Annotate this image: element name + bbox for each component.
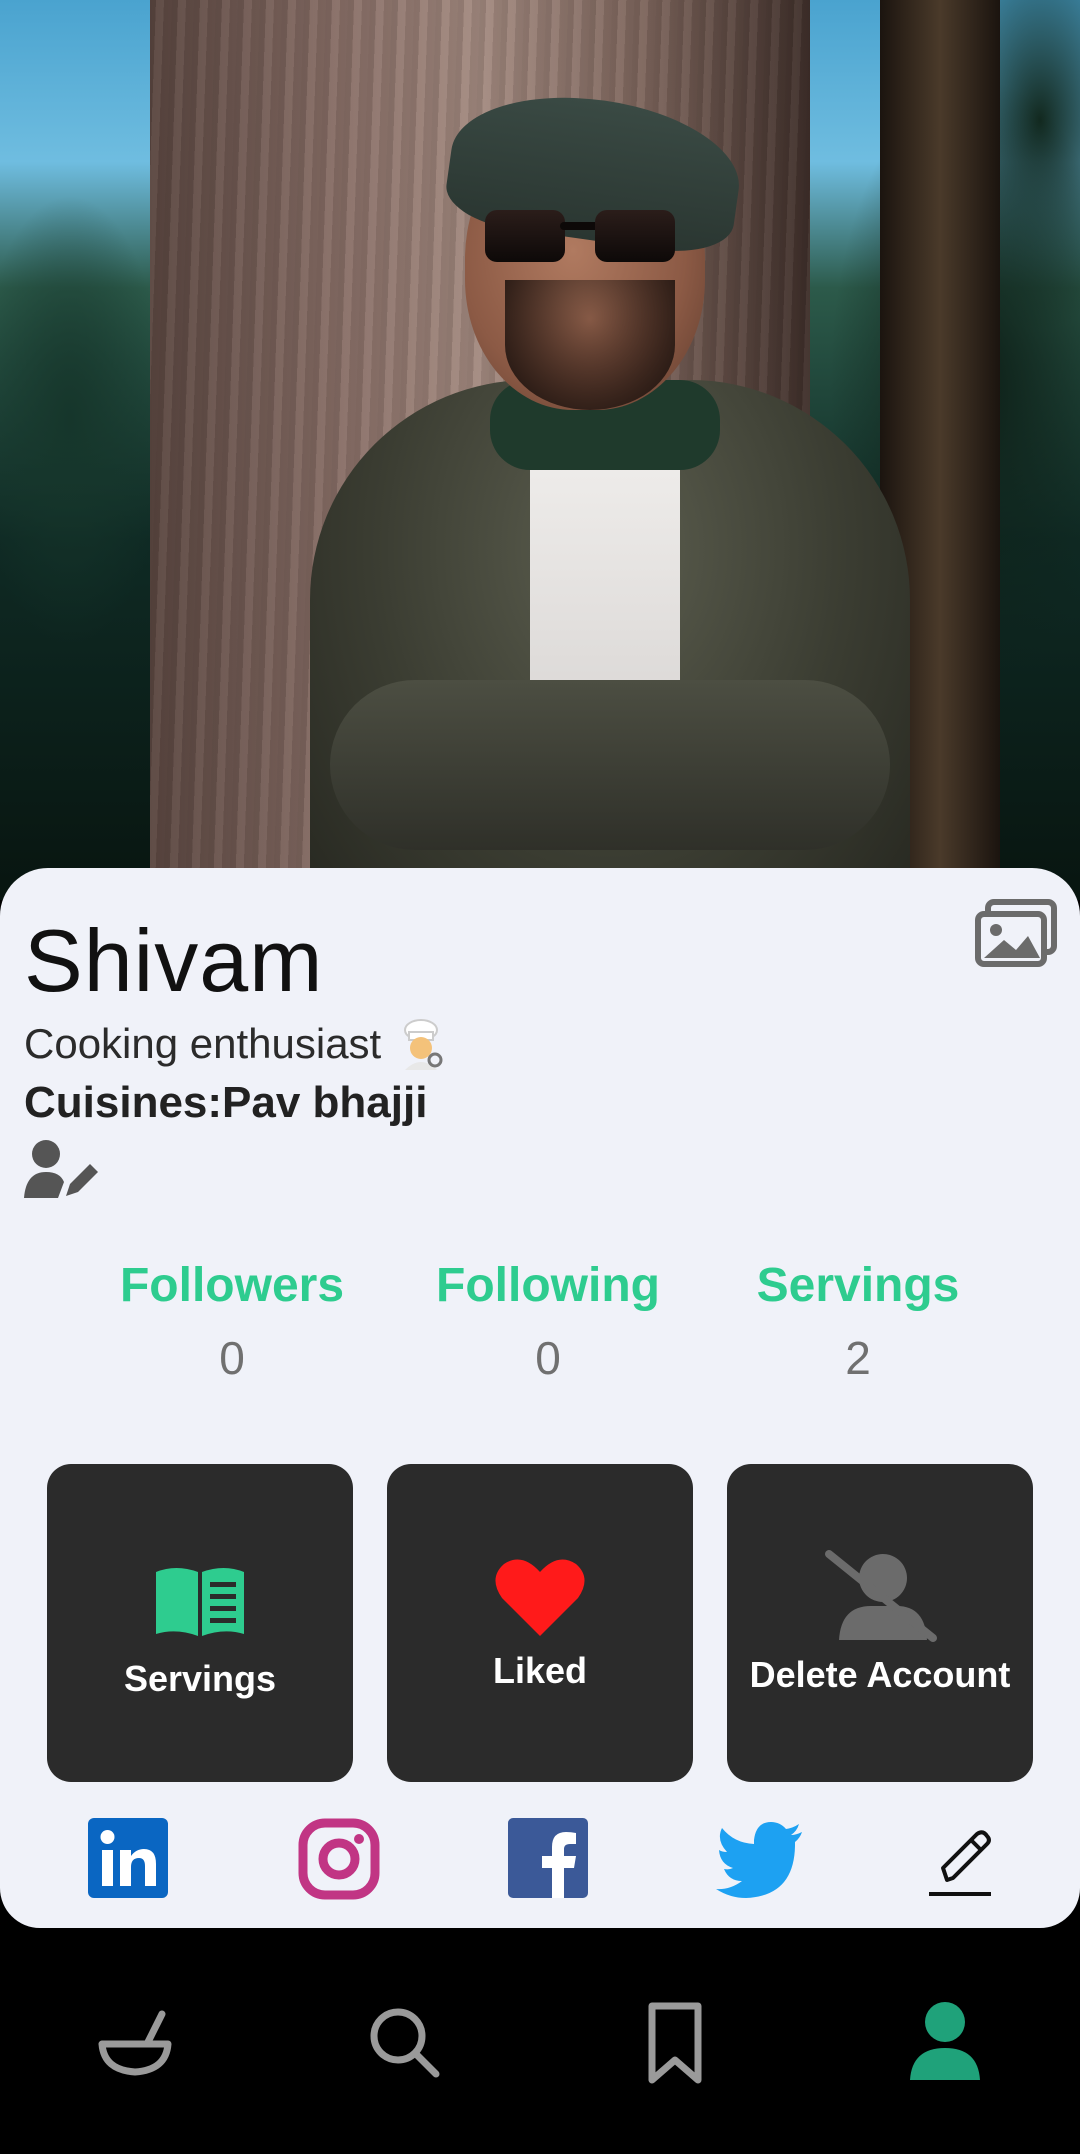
cuisines-text: Cuisines:Pav bhajji: [24, 1078, 428, 1127]
search-icon: [370, 2008, 440, 2078]
followers-count: 0: [219, 1332, 245, 1384]
gallery-icon: [975, 899, 1057, 967]
twitter-button[interactable]: [714, 1818, 802, 1900]
twitter-icon: [716, 1822, 802, 1898]
open-book-icon: [156, 1568, 244, 1636]
user-edit-icon: [24, 1140, 98, 1198]
servings-stat[interactable]: Servings 2: [728, 1258, 988, 1385]
profile-card: Shivam Cooking enthusiast Cuisines:Pav b…: [0, 868, 1080, 1928]
bookmark-icon: [648, 2002, 702, 2084]
nav-saved-tab[interactable]: [630, 1998, 720, 2088]
liked-tile-button[interactable]: Liked: [387, 1464, 693, 1782]
linkedin-button[interactable]: [88, 1818, 170, 1900]
following-stat[interactable]: Following 0: [418, 1258, 678, 1385]
nav-profile-tab[interactable]: [900, 1998, 990, 2088]
person-figure: [300, 80, 920, 900]
nav-recipes-tab[interactable]: [90, 1998, 180, 2088]
nav-search-tab[interactable]: [360, 1998, 450, 2088]
facebook-icon: [508, 1818, 588, 1898]
crossed-arms: [330, 680, 890, 850]
profile-icon: [910, 2002, 980, 2080]
profile-name: Shivam: [24, 911, 324, 1010]
following-label: Following: [436, 1259, 660, 1312]
followers-label: Followers: [119, 1259, 345, 1312]
delete-account-tile-label: Delete Account: [749, 1654, 1011, 1695]
instagram-button[interactable]: [298, 1818, 380, 1900]
facebook-button[interactable]: [508, 1818, 590, 1900]
beard: [505, 280, 675, 410]
servings-stat-label: Servings: [756, 1259, 960, 1312]
bio-text: Cooking enthusiast: [24, 1020, 382, 1067]
instagram-icon: [298, 1818, 380, 1900]
chef-emoji-icon: [404, 1019, 443, 1070]
sunglasses: [485, 210, 685, 265]
liked-tile-label: Liked: [492, 1650, 588, 1691]
following-count: 0: [535, 1332, 561, 1384]
servings-tile-label: Servings: [123, 1658, 277, 1699]
bowl-icon: [98, 2010, 172, 2076]
servings-count: 2: [845, 1332, 871, 1384]
cover-photo: [0, 0, 1080, 900]
bio-row: Cooking enthusiast: [24, 1018, 447, 1070]
gallery-button[interactable]: [974, 898, 1058, 968]
edit-socials-button[interactable]: [925, 1818, 1007, 1900]
bottom-navigation-bar: [0, 1948, 1080, 2154]
followers-stat[interactable]: Followers 0: [102, 1258, 362, 1385]
edit-profile-button[interactable]: [24, 1138, 100, 1202]
heart-icon: [495, 1559, 585, 1636]
delete-account-tile-button[interactable]: Delete Account: [727, 1464, 1033, 1782]
user-slash-icon: [825, 1550, 937, 1642]
linkedin-icon: [88, 1818, 168, 1898]
servings-tile-button[interactable]: Servings: [47, 1464, 353, 1782]
pencil-icon: [929, 1830, 991, 1896]
